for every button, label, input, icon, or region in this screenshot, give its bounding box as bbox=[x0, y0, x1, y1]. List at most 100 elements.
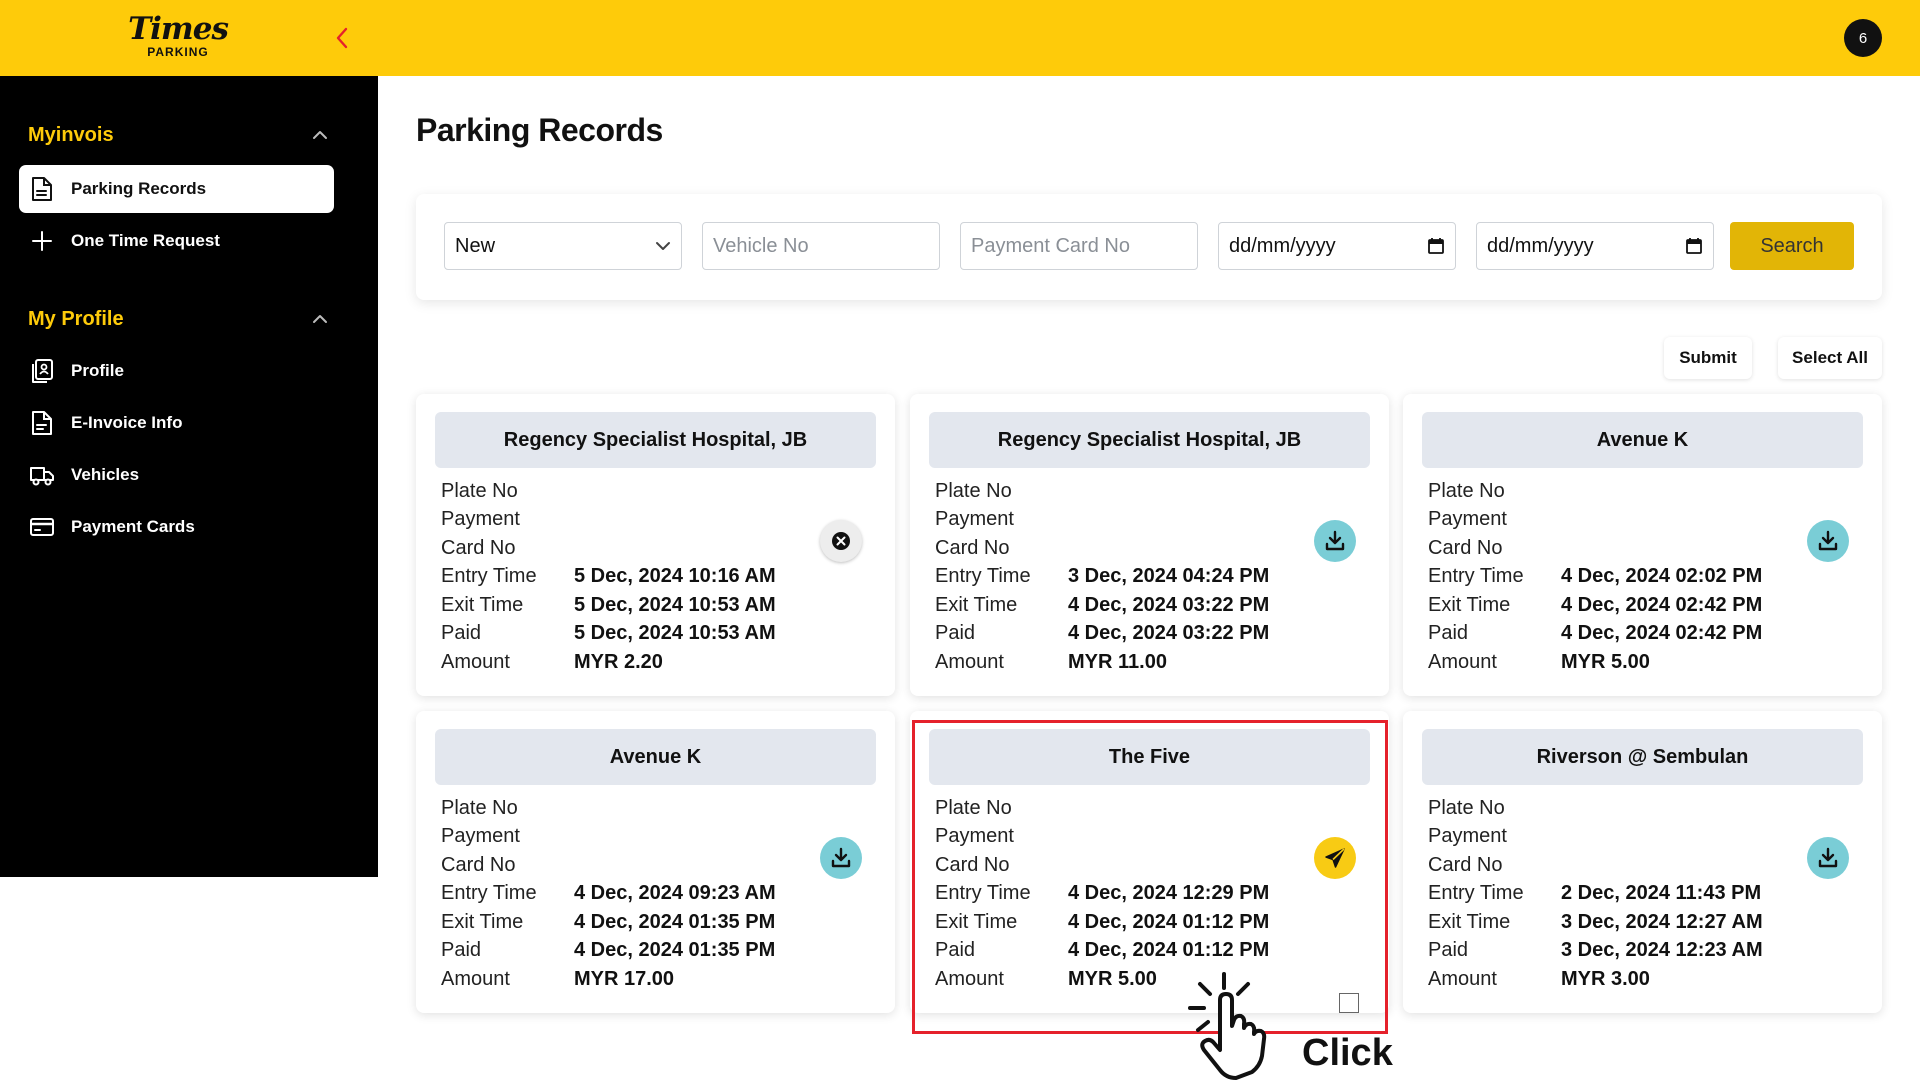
download-button[interactable] bbox=[1807, 520, 1849, 562]
amount-value: MYR 17.00 bbox=[574, 967, 675, 990]
paid-label: Paid bbox=[1428, 938, 1469, 961]
section-title-myinvois: Myinvois bbox=[28, 123, 114, 146]
paid-value: 5 Dec, 2024 10:53 AM bbox=[574, 621, 776, 644]
status-select-value: New bbox=[455, 234, 496, 257]
paid-value: 4 Dec, 2024 01:35 PM bbox=[574, 938, 776, 961]
amount-label: Amount bbox=[935, 650, 1004, 673]
sidebar-item-parking-records[interactable]: Parking Records bbox=[19, 165, 334, 213]
filter-panel: New Vehicle No Payment Card No dd/mm/yyy… bbox=[416, 194, 1882, 300]
chevron-down-icon bbox=[656, 242, 670, 250]
hand-pointer-icon bbox=[1188, 972, 1267, 1080]
exit-time-label: Exit Time bbox=[935, 593, 1018, 616]
click-annotation-label: Click bbox=[1302, 1032, 1393, 1074]
cancel-button[interactable] bbox=[820, 520, 862, 562]
paid-label: Paid bbox=[935, 621, 976, 644]
card-no-label: Card No bbox=[935, 853, 1010, 876]
amount-label: Amount bbox=[935, 967, 1004, 990]
chevron-left-icon bbox=[336, 27, 348, 49]
send-button[interactable] bbox=[1314, 837, 1356, 879]
search-button[interactable]: Search bbox=[1730, 222, 1854, 270]
paid-value: 4 Dec, 2024 02:42 PM bbox=[1561, 621, 1763, 644]
notification-badge[interactable]: 6 bbox=[1844, 19, 1882, 57]
payment-card-no-input[interactable]: Payment Card No bbox=[960, 222, 1198, 270]
exit-time-value: 5 Dec, 2024 10:53 AM bbox=[574, 593, 776, 616]
vehicle-no-placeholder: Vehicle No bbox=[713, 234, 809, 257]
amount-value: MYR 3.00 bbox=[1561, 967, 1650, 990]
exit-time-value: 4 Dec, 2024 01:35 PM bbox=[574, 910, 776, 933]
select-checkbox[interactable] bbox=[1339, 993, 1359, 1013]
calendar-icon[interactable] bbox=[1685, 237, 1703, 255]
card-no-label: Card No bbox=[441, 536, 516, 559]
date-to-placeholder: dd/mm/yyyy bbox=[1487, 234, 1594, 257]
sidebar-item-label: E-Invoice Info bbox=[71, 413, 183, 432]
card-location: Riverson @ Sembulan bbox=[1422, 729, 1863, 785]
date-to-input[interactable]: dd/mm/yyyy bbox=[1476, 222, 1714, 270]
vehicle-no-input[interactable]: Vehicle No bbox=[702, 222, 940, 270]
submit-button[interactable]: Submit bbox=[1664, 337, 1752, 379]
entry-time-label: Entry Time bbox=[441, 881, 537, 904]
download-button[interactable] bbox=[820, 837, 862, 879]
send-icon bbox=[1325, 848, 1345, 868]
record-card[interactable]: Avenue K Plate No Payment Card No Entry … bbox=[416, 711, 895, 1013]
sidebar-item-vehicles[interactable]: Vehicles bbox=[19, 451, 334, 499]
sidebar-item-profile[interactable]: Profile bbox=[19, 347, 334, 395]
entry-time-value: 2 Dec, 2024 11:43 PM bbox=[1561, 881, 1762, 904]
sidebar-item-label: One Time Request bbox=[71, 231, 220, 250]
calendar-icon[interactable] bbox=[1427, 237, 1445, 255]
credit-card-icon bbox=[29, 514, 55, 540]
sidebar-item-e-invoice-info[interactable]: E-Invoice Info bbox=[19, 399, 334, 447]
payment-card-no-placeholder: Payment Card No bbox=[971, 234, 1130, 257]
paid-value: 4 Dec, 2024 03:22 PM bbox=[1068, 621, 1270, 644]
date-from-input[interactable]: dd/mm/yyyy bbox=[1218, 222, 1456, 270]
sidebar: Myinvois Parking Records One Time Reques… bbox=[0, 76, 378, 877]
record-card-the-five[interactable]: The Five Plate No Payment Card No Entry … bbox=[910, 711, 1389, 1013]
record-card[interactable]: Regency Specialist Hospital, JB Plate No… bbox=[416, 394, 895, 696]
exit-time-label: Exit Time bbox=[935, 910, 1018, 933]
amount-value: MYR 11.00 bbox=[1068, 650, 1167, 673]
date-from-placeholder: dd/mm/yyyy bbox=[1229, 234, 1336, 257]
card-location: Regency Specialist Hospital, JB bbox=[435, 412, 876, 468]
download-icon bbox=[1818, 530, 1838, 551]
times-parking-logo[interactable]: Times PARKING bbox=[128, 12, 229, 58]
plate-label: Plate No bbox=[935, 479, 1012, 502]
payment-label: Payment bbox=[1428, 824, 1507, 847]
amount-value: MYR 5.00 bbox=[1561, 650, 1650, 673]
entry-time-label: Entry Time bbox=[935, 881, 1031, 904]
sidebar-section-myinvois[interactable]: Myinvois bbox=[28, 120, 328, 150]
card-no-label: Card No bbox=[1428, 536, 1503, 559]
paid-value: 3 Dec, 2024 12:23 AM bbox=[1561, 938, 1763, 961]
sidebar-item-one-time-request[interactable]: One Time Request bbox=[19, 217, 334, 265]
amount-value: MYR 2.20 bbox=[574, 650, 663, 673]
chevron-up-icon bbox=[313, 131, 327, 139]
card-no-label: Card No bbox=[935, 536, 1010, 559]
amount-label: Amount bbox=[1428, 650, 1497, 673]
card-location: Regency Specialist Hospital, JB bbox=[929, 412, 1370, 468]
payment-label: Payment bbox=[1428, 507, 1507, 530]
card-location: Avenue K bbox=[1422, 412, 1863, 468]
record-card[interactable]: Riverson @ Sembulan Plate No Payment Car… bbox=[1403, 711, 1882, 1013]
card-no-label: Card No bbox=[441, 853, 516, 876]
exit-time-value: 3 Dec, 2024 12:27 AM bbox=[1561, 910, 1763, 933]
plate-label: Plate No bbox=[1428, 796, 1505, 819]
record-card[interactable]: Regency Specialist Hospital, JB Plate No… bbox=[910, 394, 1389, 696]
select-all-button[interactable]: Select All bbox=[1778, 337, 1882, 379]
sidebar-item-payment-cards[interactable]: Payment Cards bbox=[19, 503, 334, 551]
download-button[interactable] bbox=[1807, 837, 1849, 879]
exit-time-label: Exit Time bbox=[441, 593, 524, 616]
download-button[interactable] bbox=[1314, 520, 1356, 562]
collapse-sidebar-button[interactable] bbox=[330, 22, 354, 54]
paid-value: 4 Dec, 2024 01:12 PM bbox=[1068, 938, 1270, 961]
card-no-label: Card No bbox=[1428, 853, 1503, 876]
exit-time-label: Exit Time bbox=[441, 910, 524, 933]
plus-icon bbox=[29, 228, 55, 254]
payment-label: Payment bbox=[935, 824, 1014, 847]
sidebar-section-my-profile[interactable]: My Profile bbox=[28, 304, 328, 334]
card-location: The Five bbox=[929, 729, 1370, 785]
exit-time-value: 4 Dec, 2024 01:12 PM bbox=[1068, 910, 1270, 933]
exit-time-value: 4 Dec, 2024 02:42 PM bbox=[1561, 593, 1763, 616]
payment-label: Payment bbox=[441, 507, 520, 530]
card-location: Avenue K bbox=[435, 729, 876, 785]
entry-time-label: Entry Time bbox=[1428, 564, 1524, 587]
record-card[interactable]: Avenue K Plate No Payment Card No Entry … bbox=[1403, 394, 1882, 696]
status-select[interactable]: New bbox=[444, 222, 682, 270]
